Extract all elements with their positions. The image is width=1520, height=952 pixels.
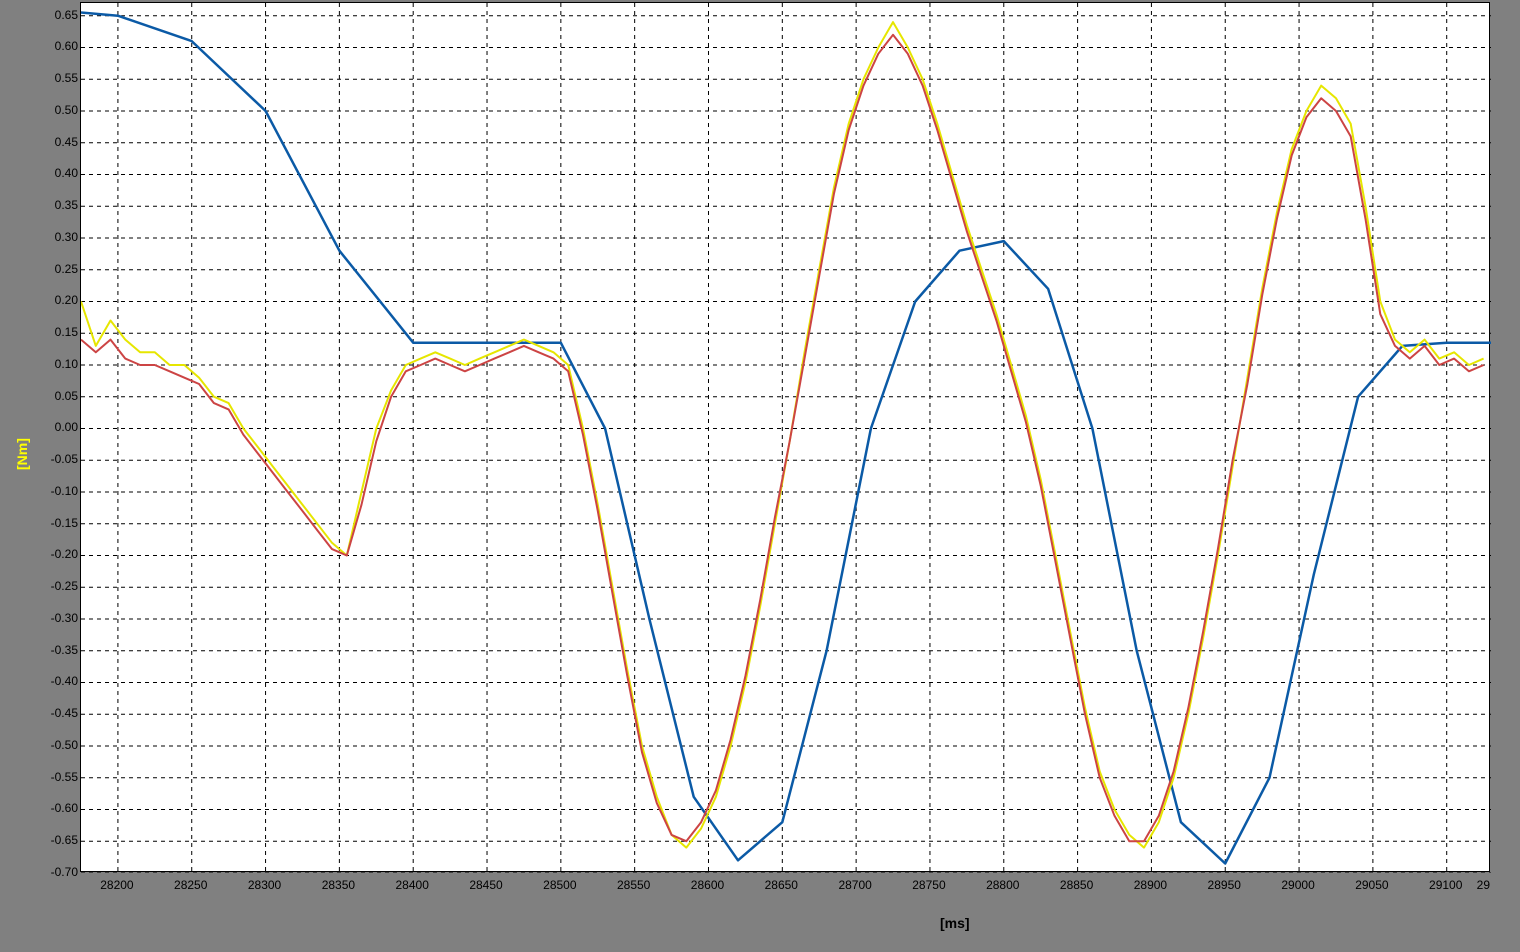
y-tick-label: -0.25 (38, 579, 80, 593)
x-tick-label: 28900 (1120, 878, 1180, 892)
y-tick-label: 0.35 (38, 198, 80, 212)
y-tick-label: 0.00 (38, 420, 80, 434)
x-tick-label: 28550 (604, 878, 664, 892)
x-tick-label: 28200 (87, 878, 147, 892)
x-tick-label: 28350 (308, 878, 368, 892)
x-tick-label: 28250 (161, 878, 221, 892)
plot-svg (81, 3, 1491, 873)
y-tick-label: 0.15 (38, 325, 80, 339)
x-tick-label: 29 (1460, 878, 1490, 892)
x-axis-label: [ms] (940, 915, 970, 931)
x-tick-label: 28950 (1194, 878, 1254, 892)
x-tick-label: 28700 (825, 878, 885, 892)
y-tick-label: -0.20 (38, 547, 80, 561)
y-tick-label: -0.40 (38, 674, 80, 688)
y-tick-label: 0.40 (38, 166, 80, 180)
series-blue (81, 13, 1491, 864)
y-tick-label: 0.30 (38, 230, 80, 244)
y-tick-label: -0.10 (38, 484, 80, 498)
x-tick-strip: 28200 28250 28300 28350 28400 28450 28500 28550… (80, 878, 1490, 898)
y-tick-label: -0.60 (38, 801, 80, 815)
x-tick-label: 29000 (1268, 878, 1328, 892)
x-tick-label: 28650 (751, 878, 811, 892)
x-tick-label: 28450 (456, 878, 516, 892)
x-tick-label: 28500 (530, 878, 590, 892)
x-tick-label: 29050 (1342, 878, 1402, 892)
y-tick-label: 0.65 (38, 8, 80, 22)
y-tick-label: -0.70 (38, 865, 80, 879)
x-tick-label: 28750 (899, 878, 959, 892)
y-tick-label: 0.45 (38, 135, 80, 149)
y-tick-label: -0.65 (38, 833, 80, 847)
y-tick-label: -0.45 (38, 706, 80, 720)
x-tick-label: 28300 (235, 878, 295, 892)
y-tick-label: -0.05 (38, 452, 80, 466)
y-tick-label: -0.55 (38, 770, 80, 784)
x-tick-label: 28600 (677, 878, 737, 892)
y-tick-label: 0.20 (38, 293, 80, 307)
chart-container: [Nm] 0.65 0.60 0.55 0.50 0.45 0.40 0.35 0.30 0.2… (0, 0, 1520, 952)
y-axis-label: [Nm] (14, 438, 30, 470)
y-tick-label: -0.30 (38, 611, 80, 625)
x-tick-label: 28800 (973, 878, 1033, 892)
y-tick-strip: 0.65 0.60 0.55 0.50 0.45 0.40 0.35 0.30 0.25 0.20… (30, 2, 80, 872)
y-tick-label: 0.25 (38, 262, 80, 276)
x-tick-label: 28400 (382, 878, 442, 892)
y-tick-label: -0.35 (38, 643, 80, 657)
y-tick-label: -0.15 (38, 516, 80, 530)
y-tick-label: 0.10 (38, 357, 80, 371)
y-tick-label: 0.05 (38, 389, 80, 403)
y-tick-label: 0.60 (38, 39, 80, 53)
x-tick-label: 28850 (1047, 878, 1107, 892)
y-tick-label: 0.55 (38, 71, 80, 85)
plot-area[interactable] (80, 2, 1490, 872)
y-tick-label: 0.50 (38, 103, 80, 117)
y-tick-label: -0.50 (38, 738, 80, 752)
